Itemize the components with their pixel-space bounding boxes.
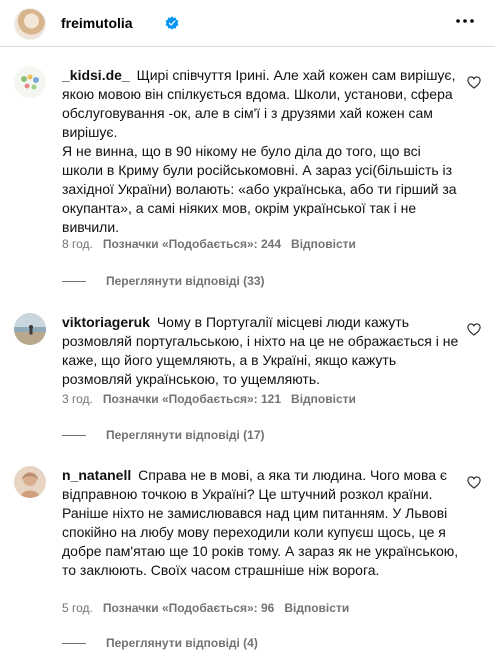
- comment-body: viktoriageruk Чому в Португалії місцеві …: [62, 313, 462, 389]
- post-header: freimutolia: [0, 0, 495, 47]
- view-replies-label: Переглянути відповіді (4): [106, 636, 258, 650]
- divider-line: [62, 434, 86, 436]
- comment-username[interactable]: n_natanell: [62, 467, 131, 483]
- post-author-username[interactable]: freimutolia: [61, 15, 133, 31]
- comment: viktoriageruk Чому в Португалії місцеві …: [0, 311, 495, 451]
- likes-count-button[interactable]: Позначки «Подобається»: 121: [103, 392, 281, 406]
- divider-line: [62, 280, 86, 282]
- comment: n_natanell Справа не в мові, а яка ти лю…: [0, 464, 495, 654]
- comment-body: n_natanell Справа не в мові, а яка ти лю…: [62, 466, 462, 580]
- comment-meta: 8 год. Позначки «Подобається»: 244 Відпо…: [62, 237, 356, 251]
- comment-meta: 5 год. Позначки «Подобається»: 96 Відпов…: [62, 601, 349, 615]
- comment-time: 5 год.: [62, 601, 93, 615]
- verified-badge-icon: [165, 16, 179, 30]
- reply-button[interactable]: Відповісти: [291, 237, 356, 251]
- heart-icon[interactable]: [467, 476, 481, 489]
- more-horizontal-icon[interactable]: [455, 17, 475, 25]
- view-replies-label: Переглянути відповіді (33): [106, 274, 265, 288]
- reply-button[interactable]: Відповісти: [291, 392, 356, 406]
- avatar[interactable]: [14, 66, 46, 98]
- view-replies-label: Переглянути відповіді (17): [106, 428, 265, 442]
- likes-count-button[interactable]: Позначки «Подобається»: 244: [103, 237, 281, 251]
- view-replies-button[interactable]: Переглянути відповіді (33): [62, 274, 265, 288]
- likes-count-button[interactable]: Позначки «Подобається»: 96: [103, 601, 274, 615]
- heart-icon[interactable]: [467, 76, 481, 89]
- comment-meta: 3 год. Позначки «Подобається»: 121 Відпо…: [62, 392, 356, 406]
- comment: _kidsi.de_ Щирі співчуття Ірині. Але хай…: [0, 64, 495, 294]
- comment-time: 8 год.: [62, 237, 93, 251]
- heart-icon[interactable]: [467, 323, 481, 336]
- comment-username[interactable]: _kidsi.de_: [62, 67, 130, 83]
- view-replies-button[interactable]: Переглянути відповіді (17): [62, 428, 265, 442]
- avatar[interactable]: [14, 8, 46, 40]
- reply-button[interactable]: Відповісти: [284, 601, 349, 615]
- avatar[interactable]: [14, 466, 46, 498]
- comment-username[interactable]: viktoriageruk: [62, 314, 150, 330]
- divider-line: [62, 642, 86, 644]
- avatar[interactable]: [14, 313, 46, 345]
- comment-text: Щирі співчуття Ірині. Але хай кожен сам …: [62, 67, 457, 235]
- view-replies-button[interactable]: Переглянути відповіді (4): [62, 636, 258, 650]
- comment-text: Справа не в мові, а яка ти людина. Чого …: [62, 467, 463, 578]
- comment-body: _kidsi.de_ Щирі співчуття Ірині. Але хай…: [62, 66, 462, 237]
- comment-time: 3 год.: [62, 392, 93, 406]
